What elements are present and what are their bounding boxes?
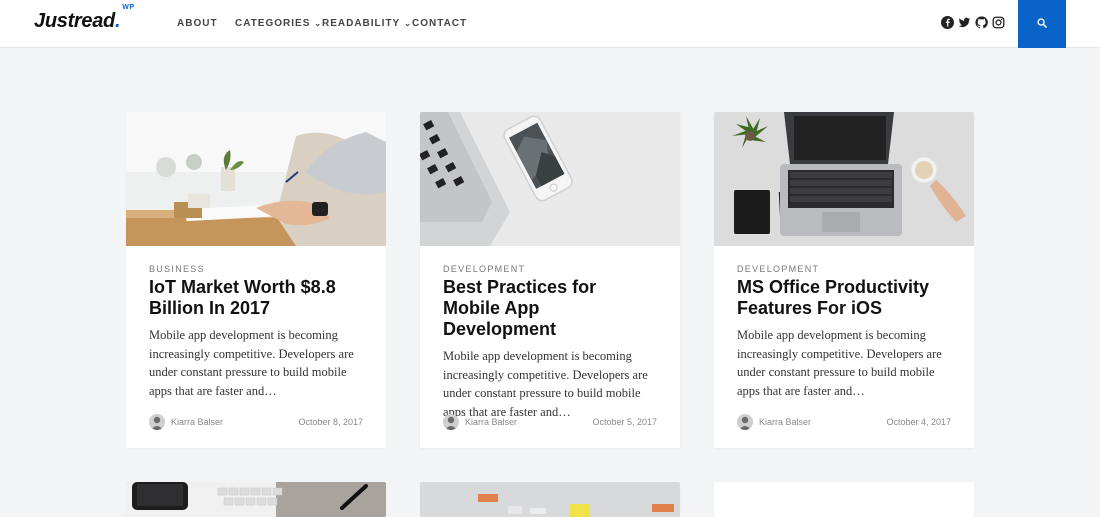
post-category[interactable]: DEVELOPMENT	[443, 264, 657, 274]
post-card[interactable]	[420, 482, 680, 517]
avatar[interactable]	[737, 414, 753, 430]
nav-item-label: CATEGORIES	[235, 18, 311, 29]
post-thumbnail[interactable]	[420, 482, 680, 517]
post-card[interactable]: DEVELOPMENT Best Practices for Mobile Ap…	[420, 112, 680, 448]
nav-item-label: CONTACT	[412, 18, 468, 29]
post-meta: Kiarra Balser October 4, 2017	[737, 414, 951, 430]
post-title[interactable]: MS Office Productivity Features For iOS	[737, 277, 951, 319]
nav-item-categories[interactable]: CATEGORIES ⌄	[235, 18, 322, 29]
post-card[interactable]: DEVELOPMENT MS Office Productivity Featu…	[714, 112, 974, 448]
facebook-icon[interactable]	[941, 16, 954, 29]
post-author[interactable]: Kiarra Balser	[171, 417, 298, 427]
logo-badge: WP	[122, 4, 135, 12]
github-icon[interactable]	[975, 16, 988, 29]
post-thumbnail[interactable]	[420, 112, 680, 246]
nav-item-readability[interactable]: READABILITY ⌄	[322, 18, 412, 29]
post-thumbnail[interactable]	[126, 112, 386, 246]
post-author[interactable]: Kiarra Balser	[465, 417, 592, 427]
post-card[interactable]	[714, 482, 974, 517]
post-date: October 8, 2017	[298, 417, 363, 427]
nav-item-contact[interactable]: CONTACT	[412, 18, 467, 29]
site-header: Justread.WP ABOUT CATEGORIES ⌄ READABILIT…	[0, 0, 1100, 48]
site-logo[interactable]: Justread.WP	[34, 4, 134, 33]
chevron-down-icon: ⌄	[314, 19, 323, 28]
post-category[interactable]: BUSINESS	[149, 264, 363, 274]
post-excerpt: Mobile app development is becoming incre…	[737, 328, 942, 398]
post-thumbnail[interactable]	[126, 482, 386, 517]
instagram-icon[interactable]	[992, 16, 1005, 29]
post-card-body: BUSINESS IoT Market Worth $8.8 Billion I…	[126, 246, 386, 448]
avatar[interactable]	[149, 414, 165, 430]
logo-dot: .	[114, 10, 121, 32]
post-card-body: DEVELOPMENT MS Office Productivity Featu…	[714, 246, 974, 448]
post-date: October 4, 2017	[886, 417, 951, 427]
post-card-body: DEVELOPMENT Best Practices for Mobile Ap…	[420, 246, 680, 448]
nav-item-label: ABOUT	[177, 18, 218, 29]
post-title[interactable]: Best Practices for Mobile App Developmen…	[443, 277, 657, 340]
avatar[interactable]	[443, 414, 459, 430]
twitter-icon[interactable]	[958, 16, 971, 29]
post-excerpt: Mobile app development is becoming incre…	[149, 328, 354, 398]
post-author[interactable]: Kiarra Balser	[759, 417, 886, 427]
post-meta: Kiarra Balser October 8, 2017	[149, 414, 363, 430]
logo-text: Justread	[34, 10, 115, 32]
post-category[interactable]: DEVELOPMENT	[737, 264, 951, 274]
nav-item-about[interactable]: ABOUT	[177, 18, 218, 29]
post-meta: Kiarra Balser October 5, 2017	[443, 414, 657, 430]
chevron-down-icon: ⌄	[404, 19, 412, 28]
social-links	[941, 16, 1005, 29]
post-card[interactable]	[126, 482, 386, 517]
post-excerpt: Mobile app development is becoming incre…	[443, 349, 648, 419]
search-button[interactable]	[1018, 0, 1066, 48]
post-title[interactable]: IoT Market Worth $8.8 Billion In 2017	[149, 277, 363, 319]
post-date: October 5, 2017	[592, 417, 657, 427]
nav-item-label: READABILITY	[322, 18, 401, 29]
search-icon	[1037, 15, 1047, 33]
post-card[interactable]: BUSINESS IoT Market Worth $8.8 Billion I…	[126, 112, 386, 448]
post-thumbnail[interactable]	[714, 112, 974, 246]
